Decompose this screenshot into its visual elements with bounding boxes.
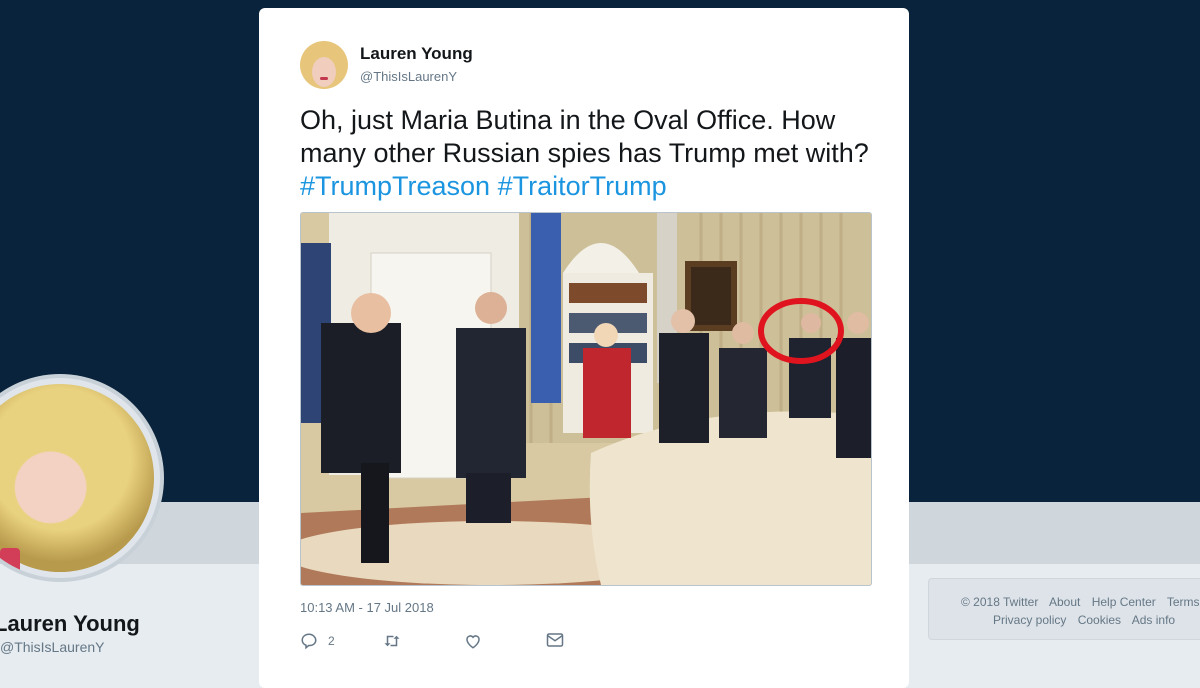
retweet-button[interactable] [382, 632, 402, 650]
footer-link-ads-info[interactable]: Ads info [1132, 613, 1175, 627]
footer-row-1: © 2018 Twitter About Help Center Terms [961, 593, 1200, 611]
tweet-modal: Lauren Young @ThisIsLaurenY Oh, just Mar… [259, 8, 909, 688]
author-name[interactable]: Lauren Young [360, 44, 473, 64]
like-button[interactable] [464, 632, 482, 650]
footer-copyright: © 2018 Twitter [961, 595, 1039, 609]
profile-avatar-clothing [0, 548, 20, 578]
footer-links: © 2018 Twitter About Help Center Terms P… [928, 578, 1200, 640]
author-avatar[interactable] [300, 41, 348, 89]
tweet-actions: 2 [300, 632, 600, 656]
envelope-icon [546, 632, 564, 648]
author-handle[interactable]: @ThisIsLaurenY [360, 69, 457, 84]
footer-link-privacy[interactable]: Privacy policy [993, 613, 1066, 627]
direct-message-button[interactable] [546, 632, 564, 648]
profile-name: Lauren Young [0, 611, 140, 636]
hashtag-traitortrump[interactable]: #TraitorTrump [498, 171, 667, 201]
profile-avatar-image [0, 384, 154, 572]
tweet-text: Oh, just Maria Butina in the Oval Office… [300, 104, 880, 203]
profile-handle: @ThisIsLaurenY [0, 639, 105, 655]
tweet-body: Oh, just Maria Butina in the Oval Office… [300, 105, 869, 168]
oval-office-photo [301, 213, 871, 585]
footer-link-terms[interactable]: Terms [1167, 595, 1200, 609]
tweet-timestamp[interactable]: 10:13 AM - 17 Jul 2018 [300, 600, 434, 615]
hashtag-trumptreason[interactable]: #TrumpTreason [300, 171, 490, 201]
reply-icon [300, 632, 318, 650]
reply-count: 2 [328, 634, 335, 648]
reply-button[interactable]: 2 [300, 632, 335, 650]
author-avatar-lip [320, 77, 328, 80]
footer-link-cookies[interactable]: Cookies [1078, 613, 1121, 627]
footer-link-about[interactable]: About [1049, 595, 1080, 609]
author-avatar-face [312, 57, 336, 87]
heart-icon [464, 632, 482, 650]
retweet-icon [382, 632, 402, 650]
footer-link-help-center[interactable]: Help Center [1092, 595, 1156, 609]
footer-row-2: Privacy policy Cookies Ads info [961, 611, 1200, 629]
tweet-media-photo[interactable] [300, 212, 872, 586]
